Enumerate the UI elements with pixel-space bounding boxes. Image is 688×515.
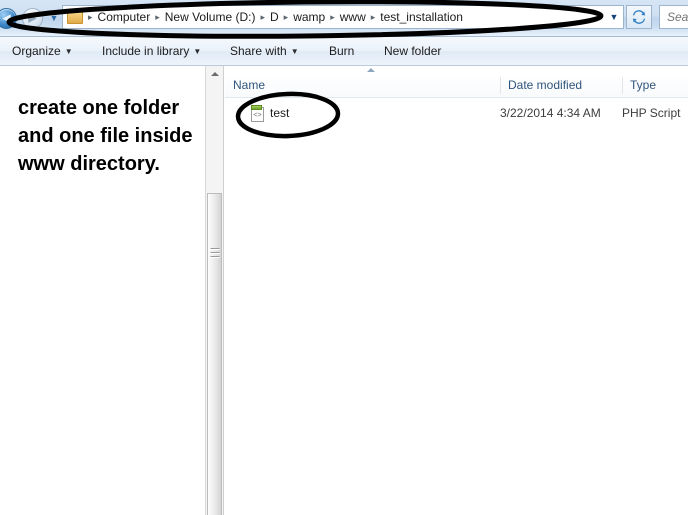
column-header-name-label: Name	[233, 78, 266, 92]
chevron-down-icon: ▼	[193, 47, 202, 57]
breadcrumb-item-d[interactable]: D	[267, 8, 282, 26]
toolbar-label-burn: Burn	[329, 44, 355, 58]
command-toolbar: Organize ▼ Include in library ▼ Share with…	[0, 37, 688, 66]
breadcrumb-item-www[interactable]: www	[337, 8, 369, 26]
php-icon-code-glyph: <>	[253, 112, 262, 119]
toolbar-label-share-with: Share with	[230, 44, 287, 58]
address-path-box[interactable]: ▸ Computer ▸ New Volume (D:) ▸ D ▸ wamp …	[62, 5, 624, 29]
address-bar: ◀ ▶ ▼ ▸ Computer ▸ New Volume (D:) ▸ D ▸…	[0, 0, 688, 37]
breadcrumb-separator: ▸	[88, 11, 93, 22]
column-header-name[interactable]: Name	[225, 68, 500, 97]
toolbar-button-new-folder[interactable]: New folder	[380, 42, 445, 61]
sort-ascending-icon	[367, 68, 375, 72]
breadcrumb-separator: ▸	[260, 11, 265, 22]
breadcrumb-separator: ▸	[155, 11, 160, 22]
breadcrumb-separator: ▸	[283, 11, 289, 22]
navigation-pane-scrollbar[interactable]	[206, 66, 224, 515]
chevron-down-icon: ▼	[49, 13, 59, 23]
search-input[interactable]	[665, 9, 688, 25]
column-header-date-modified[interactable]: Date modified	[500, 74, 622, 97]
breadcrumb-item-test-installation[interactable]: test_installation	[377, 8, 466, 26]
forward-button[interactable]: ▶	[22, 8, 43, 29]
file-list-pane: Name Date modified Type <> test 3/22/201…	[225, 66, 688, 515]
toolbar-button-share-with[interactable]: Share with ▼	[226, 42, 303, 61]
back-arrow-icon: ◀	[2, 12, 11, 24]
column-header-type-label: Type	[630, 78, 657, 92]
folder-icon	[67, 8, 83, 24]
scrollbar-grip-icon	[210, 248, 219, 258]
column-header-date-modified-label: Date modified	[508, 78, 583, 92]
chevron-down-icon: ▼	[64, 47, 73, 57]
refresh-icon	[632, 10, 646, 24]
column-header-row: Name Date modified Type	[225, 68, 688, 98]
path-dropdown-button[interactable]: ▼	[607, 10, 621, 24]
toolbar-label-include-in-library: Include in library	[102, 44, 190, 58]
annotation-note-text: create one folder and one file inside ww…	[18, 97, 193, 175]
toolbar-button-burn[interactable]: Burn	[325, 42, 358, 61]
breadcrumb-separator: ▸	[370, 11, 376, 22]
breadcrumb-item-computer[interactable]: Computer	[95, 8, 154, 26]
navigation-pane: create one folder and one file inside ww…	[0, 66, 206, 515]
table-row[interactable]: <> test 3/22/2014 4:34 AM PHP Script	[225, 102, 688, 124]
scrollbar-thumb[interactable]	[207, 193, 222, 515]
back-button[interactable]: ◀	[0, 8, 17, 29]
forward-arrow-icon: ▶	[28, 12, 37, 24]
toolbar-label-organize: Organize	[12, 44, 61, 58]
scroll-up-button[interactable]	[206, 66, 223, 83]
breadcrumb-item-new-volume-d[interactable]: New Volume (D:)	[162, 8, 259, 26]
scroll-up-arrow-icon	[210, 72, 219, 76]
toolbar-button-organize[interactable]: Organize ▼	[8, 42, 77, 61]
refresh-button[interactable]	[626, 5, 652, 29]
explorer-window: ◀ ▶ ▼ ▸ Computer ▸ New Volume (D:) ▸ D ▸…	[0, 0, 688, 515]
toolbar-label-new-folder: New folder	[384, 44, 442, 58]
breadcrumb-separator: ▸	[330, 11, 335, 22]
file-name-cell[interactable]: test	[270, 102, 289, 124]
file-type-cell: PHP Script	[622, 106, 681, 120]
search-box[interactable]	[659, 5, 688, 29]
php-script-file-icon: <>	[250, 105, 265, 122]
file-date-modified-cell: 3/22/2014 4:34 AM	[500, 106, 601, 120]
toolbar-button-include-in-library[interactable]: Include in library ▼	[98, 42, 205, 61]
breadcrumb-item-wamp[interactable]: wamp	[290, 8, 328, 26]
chevron-down-icon: ▼	[609, 12, 619, 22]
column-header-type[interactable]: Type	[622, 74, 688, 97]
recent-pages-button[interactable]: ▼	[46, 10, 62, 26]
chevron-down-icon: ▼	[290, 47, 299, 57]
